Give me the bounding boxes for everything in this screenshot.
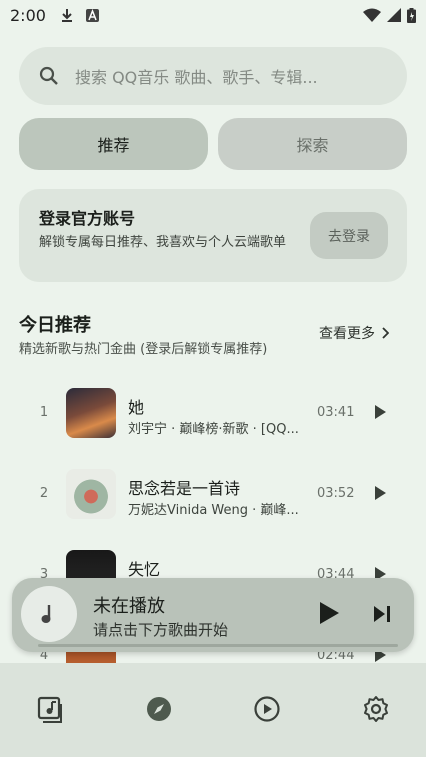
section-subtitle: 精选新歌与热门金曲 (登录后解锁专属推荐) [19,342,268,357]
play-icon[interactable] [315,600,341,626]
song-row[interactable]: 1 她 刘宇宁 · 巅峰榜·新歌 · [QQ... 03:41 [0,380,426,461]
now-playing-subtitle: 请点击下方歌曲开始 [93,621,229,639]
song-title: 失忆 [128,560,161,579]
see-more-link[interactable]: 查看更多 [319,323,389,343]
album-cover [66,469,116,519]
song-artist: 刘宇宁 · 巅峰榜·新歌 · [QQ... [128,422,299,437]
now-playing-icon[interactable] [253,695,281,723]
song-duration: 03:41 [317,405,355,420]
login-button[interactable]: 去登录 [310,212,388,259]
signal-icon [387,8,401,22]
mini-player[interactable]: 未在播放 请点击下方歌曲开始 [12,578,414,652]
search-icon [39,66,58,85]
tab-recommend[interactable]: 推荐 [19,118,208,170]
now-playing-art [21,586,77,642]
explore-compass-icon[interactable] [145,695,173,723]
play-icon[interactable] [372,404,388,420]
album-cover [66,388,116,438]
music-library-icon[interactable] [36,695,64,723]
battery-icon [407,7,416,23]
chevron-right-icon [382,327,389,339]
song-title: 她 [128,398,145,417]
settings-gear-icon[interactable] [362,695,390,723]
now-playing-title: 未在播放 [93,596,165,617]
skip-next-icon[interactable] [371,603,393,625]
section-title: 今日推荐 [19,315,91,336]
song-duration: 03:52 [317,486,355,501]
song-index: 2 [39,486,49,501]
search-bar[interactable]: 搜索 QQ音乐 歌曲、歌手、专辑... [19,47,407,105]
download-icon [61,9,72,22]
login-card: 登录官方账号 解锁专属每日推荐、我喜欢与个人云端歌单 去登录 [19,189,407,282]
music-note-icon [41,605,51,623]
song-index: 1 [39,405,49,420]
tab-explore[interactable]: 探索 [218,118,407,170]
app-notification-icon [85,8,99,22]
song-list: 1 她 刘宇宁 · 巅峰榜·新歌 · [QQ... 03:41 2 思念若是一首… [0,380,426,704]
song-title: 思念若是一首诗 [128,479,241,498]
status-bar: 2:00 [0,0,426,30]
wifi-icon [363,8,381,22]
search-placeholder: 搜索 QQ音乐 歌曲、歌手、专辑... [75,68,318,87]
status-time: 2:00 [10,5,46,25]
song-row[interactable]: 2 思念若是一首诗 万妮达Vinida Weng · 巅峰... 03:52 [0,461,426,542]
login-card-description: 解锁专属每日推荐、我喜欢与个人云端歌单 [39,235,287,250]
see-more-label: 查看更多 [319,326,375,342]
bottom-nav [0,663,426,757]
play-icon[interactable] [372,485,388,501]
song-artist: 万妮达Vinida Weng · 巅峰... [128,503,299,518]
playback-progress[interactable] [38,644,398,647]
